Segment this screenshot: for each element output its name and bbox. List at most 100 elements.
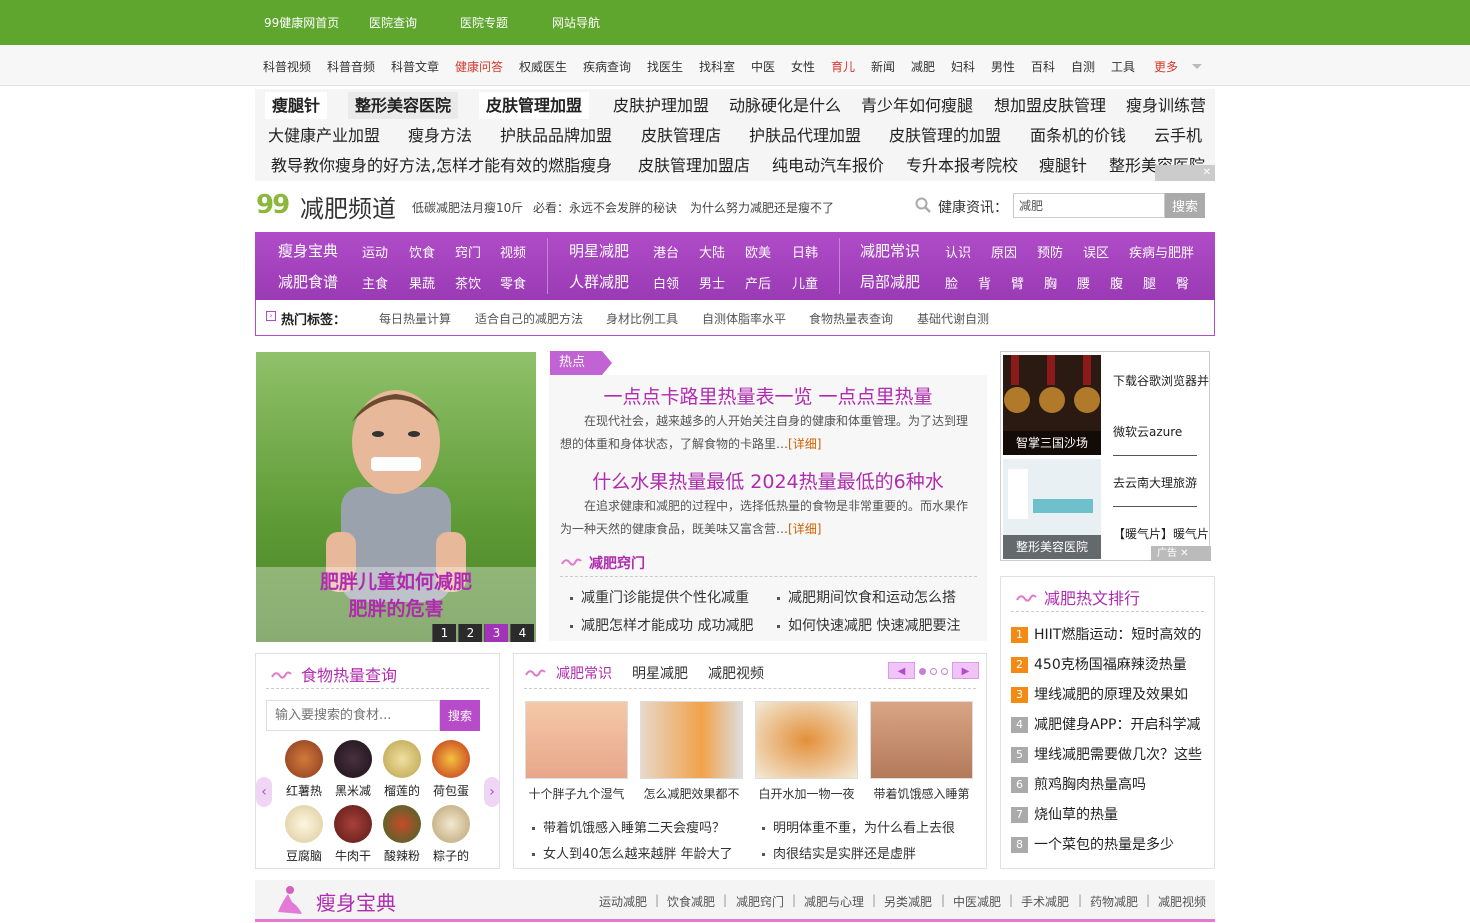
- hot-tag-link[interactable]: 身材比例工具: [606, 310, 678, 327]
- nav-sub-link[interactable]: 主食: [362, 273, 388, 292]
- article-thumbnail[interactable]: [640, 701, 743, 779]
- subnav-item[interactable]: 妇科: [951, 58, 975, 75]
- article-thumbnail[interactable]: [525, 701, 628, 779]
- nav-sub-link[interactable]: 腿: [1143, 273, 1156, 292]
- rank-item[interactable]: 2 450克杨国福麻辣烫热量: [1011, 654, 1187, 673]
- nav-sub-link[interactable]: 产后: [745, 273, 771, 292]
- list-item[interactable]: 如何快速减肥 快速减肥要注: [777, 615, 960, 635]
- channel-logo-text[interactable]: 减肥频道: [300, 189, 396, 224]
- hot-headline[interactable]: 什么水果热量最低 2024热量最低的6种水: [549, 467, 987, 494]
- hot-tag-link[interactable]: 食物热量表查询: [809, 310, 893, 327]
- food-item[interactable]: 黑米减: [328, 740, 378, 799]
- section-title[interactable]: 瘦身宝典: [316, 887, 396, 916]
- ad-keyword[interactable]: 教导教你瘦身的好方法,怎样才能有效的燃脂瘦身: [264, 152, 619, 179]
- nav-sub-link[interactable]: 原因: [991, 242, 1017, 261]
- section-title[interactable]: 减肥窍门: [589, 553, 645, 573]
- ad-label[interactable]: 广告 ✕: [1151, 546, 1211, 561]
- ad-keyword[interactable]: 整形美容医院: [348, 92, 459, 119]
- nav-hospital-search-link[interactable]: 医院查询: [369, 14, 417, 31]
- more-menu-link[interactable]: 更多: [1154, 58, 1178, 75]
- nav-sub-link[interactable]: 大陆: [699, 242, 725, 261]
- feature-slider[interactable]: 肥胖儿童如何减肥 肥胖的危害 1 2 3 4: [256, 352, 536, 642]
- section-link[interactable]: 减肥窍门: [736, 893, 784, 910]
- nav-hospital-topic-link[interactable]: 医院专题: [460, 14, 508, 31]
- list-item[interactable]: 女人到40怎么越来越胖 年龄大了: [532, 843, 733, 862]
- ad-keyword[interactable]: 纯电动汽车报价: [765, 152, 891, 179]
- slider-caption[interactable]: 肥胖的危害: [256, 594, 536, 621]
- nav-sub-link[interactable]: 腰: [1077, 273, 1090, 292]
- food-search-button[interactable]: 搜索: [440, 700, 480, 731]
- food-item[interactable]: 榴莲的: [377, 740, 427, 799]
- rank-item[interactable]: 8 一个菜包的热量是多少: [1011, 834, 1174, 853]
- nav-sub-link[interactable]: 脸: [945, 273, 958, 292]
- subnav-item[interactable]: 百科: [1031, 58, 1055, 75]
- subnav-item[interactable]: 权威医生: [519, 58, 567, 75]
- ad-keyword[interactable]: 皮肤管理的加盟: [882, 122, 1008, 149]
- ad-keyword[interactable]: 瘦身训练营: [1119, 92, 1213, 119]
- tab-celebrity-diet[interactable]: 明星减肥: [632, 663, 688, 683]
- section-link[interactable]: 手术减肥: [1021, 893, 1069, 910]
- nav-sub-link[interactable]: 预防: [1037, 242, 1063, 261]
- hot-tag-link[interactable]: 基础代谢自测: [917, 310, 989, 327]
- ad-keyword[interactable]: 青少年如何瘦腿: [854, 92, 980, 119]
- subnav-item[interactable]: 工具: [1111, 58, 1135, 75]
- section-link[interactable]: 药物减肥: [1090, 893, 1138, 910]
- article-thumbnail[interactable]: [755, 701, 858, 779]
- ad-thumbnail[interactable]: 智掌三国沙场: [1003, 355, 1101, 455]
- ad-keyword[interactable]: 皮肤管理店: [634, 122, 728, 149]
- section-link[interactable]: 减肥视频: [1158, 893, 1206, 910]
- search-input[interactable]: [1013, 193, 1165, 218]
- nav-sub-link[interactable]: 港台: [653, 242, 679, 261]
- slider-dot[interactable]: 4: [510, 624, 534, 642]
- ad-keyword[interactable]: 皮肤护理加盟: [606, 92, 716, 119]
- subnav-item[interactable]: 科普音频: [327, 58, 375, 75]
- nav-sub-link[interactable]: 认识: [945, 242, 971, 261]
- ad-keyword[interactable]: 皮肤管理加盟: [479, 92, 590, 119]
- ad-keyword[interactable]: 大健康产业加盟: [261, 122, 387, 149]
- subnav-item[interactable]: 育儿: [831, 58, 855, 75]
- ad-thumbnail[interactable]: 整形美容医院: [1003, 459, 1101, 559]
- chevron-left-icon[interactable]: ‹: [256, 777, 272, 807]
- subnav-item[interactable]: 自测: [1071, 58, 1095, 75]
- nav-heading[interactable]: 明星减肥: [569, 240, 629, 261]
- section-link[interactable]: 中医减肥: [953, 893, 1001, 910]
- ad-link[interactable]: 【暖气片】暖气片: [1113, 525, 1209, 542]
- list-item[interactable]: 减肥期间饮食和运动怎么搭: [777, 587, 956, 607]
- slider-caption[interactable]: 肥胖儿童如何减肥: [256, 567, 536, 594]
- ad-link[interactable]: 微软云azure: [1113, 423, 1182, 440]
- nav-sub-link[interactable]: 腹: [1110, 273, 1123, 292]
- section-link[interactable]: 减肥与心理: [804, 893, 864, 910]
- nav-heading[interactable]: 人群减肥: [569, 271, 629, 292]
- ad-keyword[interactable]: 专升本报考院校: [899, 152, 1025, 179]
- rank-item[interactable]: 6 煎鸡胸肉热量高吗: [1011, 774, 1146, 793]
- header-link[interactable]: 低碳减肥法月瘦10斤: [412, 199, 523, 216]
- food-item[interactable]: 豆腐脑: [279, 805, 329, 864]
- article-caption[interactable]: 怎么减肥效果都不: [640, 785, 743, 802]
- subnav-item[interactable]: 科普文章: [391, 58, 439, 75]
- nav-sub-link[interactable]: 视频: [500, 242, 526, 261]
- list-item[interactable]: 减肥怎样才能成功 成功减肥: [570, 615, 753, 635]
- food-item[interactable]: 荷包蛋: [426, 740, 476, 799]
- nav-sub-link[interactable]: 零食: [500, 273, 526, 292]
- nav-site-map-link[interactable]: 网站导航: [552, 14, 600, 31]
- nav-sub-link[interactable]: 饮食: [409, 242, 435, 261]
- slider-dot[interactable]: 2: [458, 624, 482, 642]
- hot-tag-link[interactable]: 自测体脂率水平: [702, 310, 786, 327]
- rank-item[interactable]: 7 烧仙草的热量: [1011, 804, 1118, 823]
- nav-sub-link[interactable]: 臀: [1176, 273, 1189, 292]
- nav-heading[interactable]: 瘦身宝典: [278, 240, 338, 261]
- nav-sub-link[interactable]: 运动: [362, 242, 388, 261]
- nav-heading[interactable]: 局部减肥: [860, 271, 920, 292]
- hot-tag-link[interactable]: 每日热量计算: [379, 310, 451, 327]
- nav-sub-link[interactable]: 果蔬: [409, 273, 435, 292]
- nav-sub-link[interactable]: 男士: [699, 273, 725, 292]
- tab-diet-videos[interactable]: 减肥视频: [708, 663, 764, 683]
- subnav-item[interactable]: 中医: [751, 58, 775, 75]
- ad-keyword[interactable]: 瘦腿针: [265, 92, 328, 119]
- ad-keyword[interactable]: 想加盟皮肤管理: [987, 92, 1113, 119]
- chevron-right-icon[interactable]: ›: [484, 777, 500, 807]
- rank-item[interactable]: 5 埋线减肥需要做几次？这些: [1011, 744, 1202, 763]
- list-item[interactable]: 肉很结实是实胖还是虚胖: [762, 843, 916, 862]
- page-dot[interactable]: [941, 668, 948, 675]
- detail-link[interactable]: [详细]: [788, 522, 821, 536]
